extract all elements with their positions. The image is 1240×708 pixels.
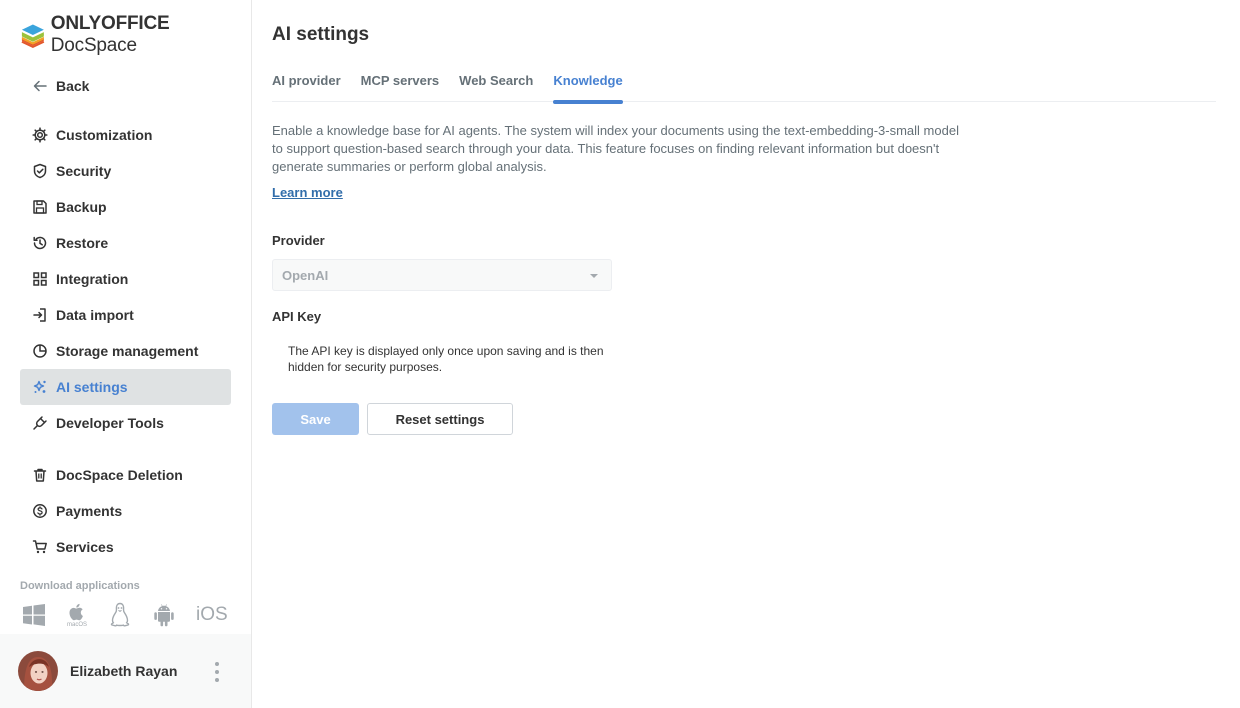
pie-chart-icon bbox=[32, 343, 48, 359]
sidebar-item-restore[interactable]: Restore bbox=[20, 225, 231, 261]
provider-label: Provider bbox=[272, 233, 325, 248]
tab-ai-provider[interactable]: AI provider bbox=[272, 73, 341, 102]
settings-tabs: AI provider MCP servers Web Search Knowl… bbox=[272, 73, 1216, 104]
learn-more-link[interactable]: Learn more bbox=[272, 185, 343, 200]
gear-icon bbox=[32, 127, 48, 143]
more-options-icon[interactable] bbox=[209, 662, 225, 682]
sidebar-item-label: Storage management bbox=[56, 343, 199, 359]
back-button[interactable]: Back bbox=[32, 76, 89, 96]
macos-caption: macOS bbox=[66, 622, 87, 628]
sparkle-icon bbox=[32, 379, 48, 395]
back-label: Back bbox=[56, 78, 90, 94]
dot bbox=[215, 662, 219, 666]
cart-icon bbox=[32, 539, 48, 555]
sidebar-item-integration[interactable]: Integration bbox=[20, 261, 231, 297]
plug-icon bbox=[32, 415, 48, 431]
android-icon[interactable] bbox=[152, 601, 176, 629]
sidebar-item-developer-tools[interactable]: Developer Tools bbox=[20, 405, 231, 441]
reset-settings-button[interactable]: Reset settings bbox=[367, 403, 513, 435]
apple-icon[interactable]: macOS bbox=[66, 601, 88, 629]
save-button[interactable]: Save bbox=[272, 403, 359, 435]
provider-select[interactable]: OpenAI bbox=[272, 259, 612, 291]
sidebar-item-payments[interactable]: Payments bbox=[20, 493, 231, 529]
sidebar-item-ai-settings[interactable]: AI settings bbox=[20, 369, 231, 405]
sidebar-item-label: DocSpace Deletion bbox=[56, 467, 183, 483]
arrow-left-icon bbox=[32, 78, 48, 94]
grid-icon bbox=[32, 271, 48, 287]
trash-icon bbox=[32, 467, 48, 483]
sidebar-item-label: Developer Tools bbox=[56, 415, 164, 431]
sidebar-item-services[interactable]: Services bbox=[20, 529, 231, 565]
settings-nav: Customization Security Backup Restore In… bbox=[20, 117, 231, 565]
linux-icon[interactable] bbox=[108, 601, 132, 629]
dot bbox=[215, 670, 219, 674]
tab-knowledge[interactable]: Knowledge bbox=[553, 73, 624, 104]
sidebar-item-label: Backup bbox=[56, 199, 107, 215]
sidebar-item-label: Security bbox=[56, 163, 112, 179]
sidebar-item-label: AI settings bbox=[56, 379, 128, 395]
sidebar-item-security[interactable]: Security bbox=[20, 153, 231, 189]
user-profile: Elizabeth Rayan bbox=[0, 634, 251, 708]
floppy-icon bbox=[32, 199, 48, 215]
sidebar-item-label: Services bbox=[56, 539, 114, 555]
brand-name: ONLYOFFICE DocSpace bbox=[50, 13, 170, 56]
user-name: Elizabeth Rayan bbox=[70, 663, 178, 679]
download-applications-label: Download applications bbox=[20, 580, 140, 592]
chevron-down-icon bbox=[590, 274, 598, 278]
sidebar-item-label: Integration bbox=[56, 271, 129, 287]
logo[interactable]: ONLYOFFICE DocSpace bbox=[20, 13, 251, 56]
sidebar-item-docspace-deletion[interactable]: DocSpace Deletion bbox=[20, 457, 231, 493]
sidebar-item-data-import[interactable]: Data import bbox=[20, 297, 231, 333]
sidebar-item-label: Payments bbox=[56, 503, 123, 519]
api-key-label: API Key bbox=[272, 309, 322, 324]
shield-icon bbox=[32, 163, 48, 179]
dot bbox=[215, 678, 219, 682]
sidebar: ONLYOFFICE DocSpace Back Customization S… bbox=[0, 0, 252, 708]
import-icon bbox=[32, 307, 48, 323]
history-icon bbox=[32, 235, 48, 251]
provider-select-value: OpenAI bbox=[282, 267, 329, 283]
knowledge-description: Enable a knowledge base for AI agents. T… bbox=[272, 123, 959, 174]
download-apps: macOS iOS bbox=[22, 601, 228, 629]
ios-app-link[interactable]: iOS bbox=[196, 601, 228, 629]
sidebar-item-customization[interactable]: Customization bbox=[20, 117, 231, 153]
sidebar-item-storage-management[interactable]: Storage management bbox=[20, 333, 231, 369]
avatar[interactable] bbox=[18, 651, 58, 691]
sidebar-item-label: Data import bbox=[56, 307, 134, 323]
tab-mcp-servers[interactable]: MCP servers bbox=[361, 73, 440, 102]
onlyoffice-logo-icon bbox=[21, 24, 45, 48]
page-title: AI settings bbox=[272, 24, 370, 45]
sidebar-item-backup[interactable]: Backup bbox=[20, 189, 231, 225]
api-key-note: The API key is displayed only once upon … bbox=[288, 344, 604, 374]
dollar-icon bbox=[32, 503, 48, 519]
tab-web-search[interactable]: Web Search bbox=[459, 73, 533, 102]
windows-icon[interactable] bbox=[22, 601, 46, 629]
sidebar-item-label: Restore bbox=[56, 235, 109, 251]
sidebar-item-label: Customization bbox=[56, 127, 153, 143]
